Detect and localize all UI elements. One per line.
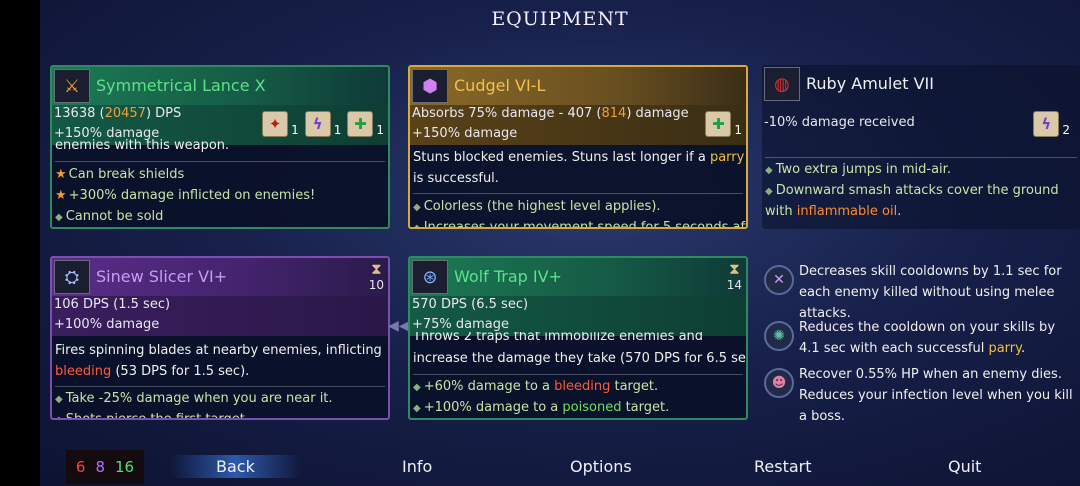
skill-description: Fires spinning blades at nearby enemies,… [55, 343, 382, 379]
amulet-name: Ruby Amulet VII [806, 74, 934, 93]
survival-scroll-icon: ✚ 1 [347, 111, 384, 137]
weapon-card-cudgel[interactable]: ⬢ Cudgel VI-L Absorbs 75% damage - 407 (… [408, 65, 748, 229]
mutation-3[interactable]: ☻ Recover 0.55% HP when an enemy dies. R… [762, 364, 1080, 424]
perk: ◆ Cannot be sold [55, 209, 164, 224]
card-header: ◍ Ruby Amulet VII [762, 65, 1080, 103]
perk: ★ Can break shields [55, 167, 185, 182]
cooldown-timer: ⧗ 14 [726, 260, 742, 292]
absorb-stat: Absorbs 75% damage - 407 (814) damage [412, 106, 689, 121]
perk: ◆ +60% damage to a bleeding target. [413, 379, 659, 394]
perk: ◆ +100% damage to a poisoned target. [413, 400, 670, 415]
divider [55, 161, 385, 162]
perk: ★ +300% damage inflicted on enemies! [55, 188, 316, 203]
shield-icon: ⬢ [412, 69, 448, 103]
scroll-counts: ✦ 1 ϟ1 ✚ 1 [262, 111, 384, 137]
mutation-text: Decreases skill cooldowns by 1.1 sec for… [799, 264, 1062, 321]
stat-band: Absorbs 75% damage - 407 (814) damage +1… [410, 105, 746, 145]
skill-description-2: increase the damage they take (570 DPS f… [413, 351, 748, 366]
damage-bonus: +75% damage [412, 317, 510, 332]
card-header: ⚔ Symmetrical Lance X [52, 67, 388, 105]
stat-band: 106 DPS (1.5 sec) +100% damage [52, 296, 388, 336]
sinew-slicer-icon: ⛭ [54, 260, 90, 294]
mutation-text: Recover 0.55% HP when an enemy dies. Red… [799, 367, 1073, 424]
hourglass-icon: ⧗ [729, 260, 740, 278]
monster-mouth-icon: ☻ [764, 368, 794, 398]
quit-button[interactable]: Quit [948, 457, 981, 476]
skill-description: Throws 2 traps that immobilize enemies a… [413, 332, 704, 344]
mutation-1[interactable]: ✕ Decreases skill cooldowns by 1.1 sec f… [762, 261, 1080, 321]
dps-stat: 570 DPS (6.5 sec) [412, 297, 529, 312]
perk: ◆ Downward smash attacks cover the ground [765, 183, 1059, 198]
divider [413, 193, 743, 194]
left-black-bar [0, 0, 40, 486]
amulet-icon: ◍ [764, 67, 800, 101]
hourglass-icon: ⧗ [371, 260, 382, 278]
perk: with inflammable oil. [765, 204, 902, 219]
swap-arrows-icon: ◀◀ [388, 318, 410, 334]
damage-bonus: +150% damage [412, 126, 518, 141]
divider [413, 374, 743, 375]
dps-stat: 106 DPS (1.5 sec) [54, 297, 171, 312]
perk: ◆ Take -25% damage when you are near it. [55, 391, 333, 406]
perk: ◆Shots pierce the first target. [55, 412, 250, 420]
weapon-description: Stuns blocked enemies. Stuns last longer… [413, 150, 745, 186]
card-header: ⛭ Sinew Slicer VI+ [52, 258, 388, 296]
amulet-card-ruby[interactable]: ◍ Ruby Amulet VII -10% damage received ϟ… [762, 65, 1080, 229]
perk: ◆ Two extra jumps in mid-air. [765, 162, 951, 177]
skill-card-sinew-slicer[interactable]: ⛭ Sinew Slicer VI+ ⧗ 10 106 DPS (1.5 sec)… [50, 256, 390, 420]
perk: ◆Increases your movement speed for 5 sec… [413, 220, 748, 228]
back-button[interactable]: Back [170, 455, 301, 478]
brutality-scroll-icon: ✦ 1 [262, 111, 299, 137]
weapon-description: enemies with this weapon. [55, 139, 230, 153]
lance-icon: ⚔ [54, 69, 90, 103]
weapon-card-symmetrical-lance[interactable]: ⚔ Symmetrical Lance X 13638 (20457) DPS … [50, 65, 390, 229]
bottom-nav-bar: 6 8 16 Back Info Options Restart Quit [40, 448, 1080, 486]
restart-button[interactable]: Restart [754, 457, 812, 476]
damage-bonus: +100% damage [54, 317, 160, 332]
page-title: EQUIPMENT [491, 8, 629, 30]
divider [55, 386, 385, 387]
stats-counter: 6 8 16 [66, 450, 144, 484]
dps-stat: 13638 (20457) DPS [54, 106, 182, 121]
mutation-text: Reduces the cooldown on your skills by 4… [799, 320, 1056, 356]
divider [765, 157, 1077, 158]
cooldown-timer: ⧗ 10 [368, 260, 384, 292]
skill-name: Sinew Slicer VI+ [96, 267, 228, 286]
skill-card-wolf-trap[interactable]: ⊛ Wolf Trap IV+ ⧗ 14 570 DPS (6.5 sec) +7… [408, 256, 748, 420]
info-button[interactable]: Info [402, 457, 432, 476]
survival-scroll-icon: ✚ 1 [705, 111, 742, 137]
wolf-trap-icon: ⊛ [412, 260, 448, 294]
scroll-counts: ϟ2 [1033, 111, 1070, 137]
tactics-count: 8 [95, 458, 105, 476]
weapon-name: Cudgel VI-L [454, 76, 546, 95]
options-button[interactable]: Options [570, 457, 632, 476]
survival-count: 16 [115, 458, 135, 476]
sword-cross-icon: ✕ [764, 265, 794, 295]
tactics-scroll-icon: ϟ1 [304, 111, 341, 137]
scroll-counts: ✚ 1 [705, 111, 742, 137]
stat-band: 570 DPS (6.5 sec) +75% damage [410, 296, 746, 336]
card-header: ⊛ Wolf Trap IV+ [410, 258, 746, 296]
weapon-name: Symmetrical Lance X [96, 76, 266, 95]
gear-mutation-icon: ✺ [764, 321, 794, 351]
card-header: ⬢ Cudgel VI-L [410, 67, 746, 105]
mutation-2[interactable]: ✺ Reduces the cooldown on your skills by… [762, 317, 1080, 369]
skill-name: Wolf Trap IV+ [454, 267, 562, 286]
perk: ◆ Colorless (the highest level applies). [413, 199, 661, 214]
brutality-count: 6 [75, 458, 86, 476]
defense-stat: -10% damage received [764, 115, 915, 130]
tactics-scroll-icon: ϟ2 [1033, 111, 1070, 137]
